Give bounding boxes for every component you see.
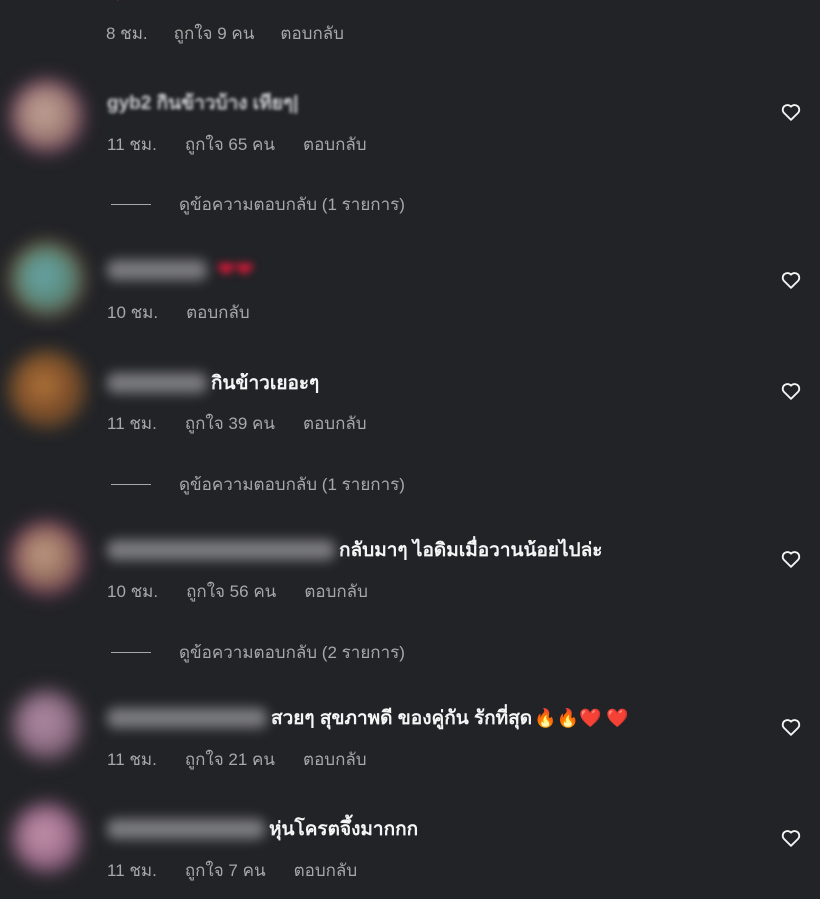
- comment-meta: 10 ชม. ตอบกลับ: [107, 300, 250, 324]
- comment-text-line: หุ่นโครตจึ้งมากกก: [107, 814, 418, 844]
- heart-outline-icon[interactable]: [780, 827, 802, 849]
- avatar[interactable]: [14, 692, 80, 758]
- reply-button[interactable]: ตอบกลับ: [303, 410, 367, 437]
- view-replies-button[interactable]: ดูข้อความตอบกลับ (2 รายการ): [111, 640, 405, 664]
- heart-emoji-icon: ❤❤: [217, 257, 254, 282]
- view-replies-label: ดูข้อความตอบกลับ (1 รายการ): [179, 194, 405, 214]
- heart-outline-icon[interactable]: [780, 380, 802, 402]
- username-blurred[interactable]: [107, 540, 335, 560]
- avatar[interactable]: [14, 246, 80, 312]
- avatar[interactable]: [14, 83, 80, 149]
- comment-meta: 8 ชม. ถูกใจ 9 คน ตอบกลับ: [106, 21, 344, 45]
- fire-emoji-icon: 🔥🔥❤️ ❤️: [534, 707, 629, 728]
- avatar[interactable]: [14, 805, 80, 871]
- replies-divider: [111, 651, 151, 653]
- comment-time: 8 ชม.: [106, 23, 148, 43]
- comment-time: 11 ชม.: [107, 413, 157, 433]
- comment-time: 10 ชม.: [107, 302, 159, 322]
- comment-time: 11 ชม.: [107, 134, 157, 154]
- comment-like-count[interactable]: ถูกใจ 9 คน: [174, 20, 255, 47]
- reply-button[interactable]: ตอบกลับ: [280, 20, 344, 47]
- username-blurred[interactable]: [107, 819, 265, 839]
- comment-meta: 11 ชม. ถูกใจ 21 คน ตอบกลับ: [107, 747, 367, 771]
- username-blurred[interactable]: [107, 373, 207, 393]
- comment-like-count[interactable]: ถูกใจ 39 คน: [185, 410, 275, 437]
- comment-time: 10 ชม.: [107, 581, 159, 601]
- heart-outline-icon[interactable]: [780, 716, 802, 738]
- comment-text: กินข้าวเยอะๆ: [211, 373, 320, 394]
- heart-outline-icon[interactable]: [780, 269, 802, 291]
- comments-panel: ❤ 8 ชม. ถูกใจ 9 คน ตอบกลับ gyb2 กินข้าวบ…: [0, 0, 820, 899]
- avatar[interactable]: [14, 356, 80, 422]
- view-replies-button[interactable]: ดูข้อความตอบกลับ (1 รายการ): [111, 472, 405, 496]
- reply-button[interactable]: ตอบกลับ: [303, 746, 367, 773]
- comment-like-count[interactable]: ถูกใจ 65 คน: [185, 131, 275, 158]
- comment-text: กลับมาๆ ไอดิมเมื่อวานน้อยไปล่ะ: [339, 540, 603, 561]
- comment-meta: 11 ชม. ถูกใจ 7 คน ตอบกลับ: [107, 858, 357, 882]
- reply-button[interactable]: ตอบกลับ: [304, 578, 368, 605]
- comment-text-line: ❤❤: [107, 255, 254, 285]
- comment-text-line: กินข้าวเยอะๆ: [107, 368, 319, 398]
- username-blurred[interactable]: [107, 260, 207, 280]
- comment-like-count[interactable]: ถูกใจ 56 คน: [186, 578, 276, 605]
- reply-button[interactable]: ตอบกลับ: [186, 299, 250, 326]
- replies-divider: [111, 203, 151, 205]
- replies-divider: [111, 483, 151, 485]
- heart-emoji-icon: ❤: [112, 0, 126, 4]
- comment-text-line: สวยๆ สุขภาพดี ของคู่กัน รักที่สุด 🔥🔥❤️ ❤…: [107, 703, 629, 733]
- view-replies-label: ดูข้อความตอบกลับ (1 รายการ): [179, 474, 405, 494]
- avatar[interactable]: [14, 525, 80, 591]
- reply-button[interactable]: ตอบกลับ: [294, 857, 358, 884]
- comment-meta: 11 ชม. ถูกใจ 39 คน ตอบกลับ: [107, 411, 367, 435]
- comment-text: gyb2 กินข้าวบ้าง เทียๆ|: [107, 93, 299, 114]
- comment-text-line: gyb2 กินข้าวบ้าง เทียๆ|: [107, 88, 298, 118]
- comment-meta: 10 ชม. ถูกใจ 56 คน ตอบกลับ: [107, 579, 368, 603]
- comment-like-count[interactable]: ถูกใจ 7 คน: [185, 857, 266, 884]
- comment-time: 11 ชม.: [107, 860, 157, 880]
- comment-text: สวยๆ สุขภาพดี ของคู่กัน รักที่สุด: [271, 708, 533, 729]
- comment-meta: 11 ชม. ถูกใจ 65 คน ตอบกลับ: [107, 132, 367, 156]
- view-replies-label: ดูข้อความตอบกลับ (2 รายการ): [179, 642, 405, 662]
- heart-outline-icon[interactable]: [780, 101, 802, 123]
- username-blurred[interactable]: [107, 708, 267, 728]
- comment-text: หุ่นโครตจึ้งมากกก: [269, 819, 419, 840]
- view-replies-button[interactable]: ดูข้อความตอบกลับ (1 รายการ): [111, 192, 405, 216]
- comment-like-count[interactable]: ถูกใจ 21 คน: [185, 746, 275, 773]
- heart-outline-icon[interactable]: [780, 548, 802, 570]
- comment-text-line: กลับมาๆ ไอดิมเมื่อวานน้อยไปล่ะ: [107, 535, 602, 565]
- reply-button[interactable]: ตอบกลับ: [303, 131, 367, 158]
- comment-time: 11 ชม.: [107, 749, 157, 769]
